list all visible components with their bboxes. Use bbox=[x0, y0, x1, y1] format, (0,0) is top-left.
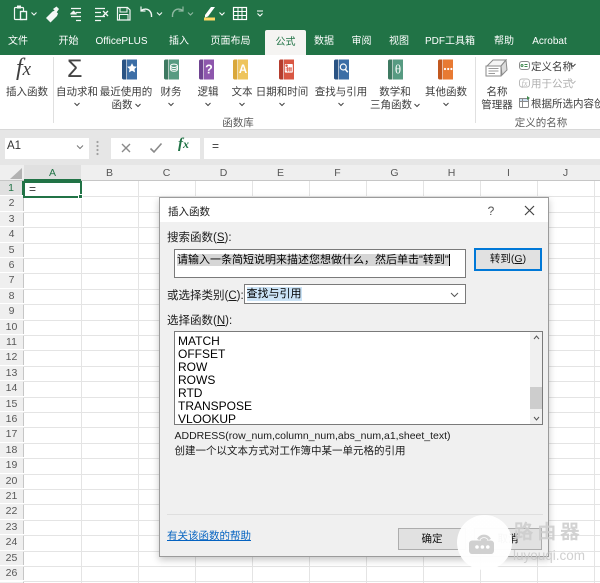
svg-text:?: ? bbox=[488, 204, 495, 217]
svg-text:?: ? bbox=[205, 62, 213, 76]
svg-text:A: A bbox=[238, 64, 246, 76]
svg-text:θ: θ bbox=[394, 61, 400, 76]
svg-text:fx: fx bbox=[522, 79, 528, 88]
